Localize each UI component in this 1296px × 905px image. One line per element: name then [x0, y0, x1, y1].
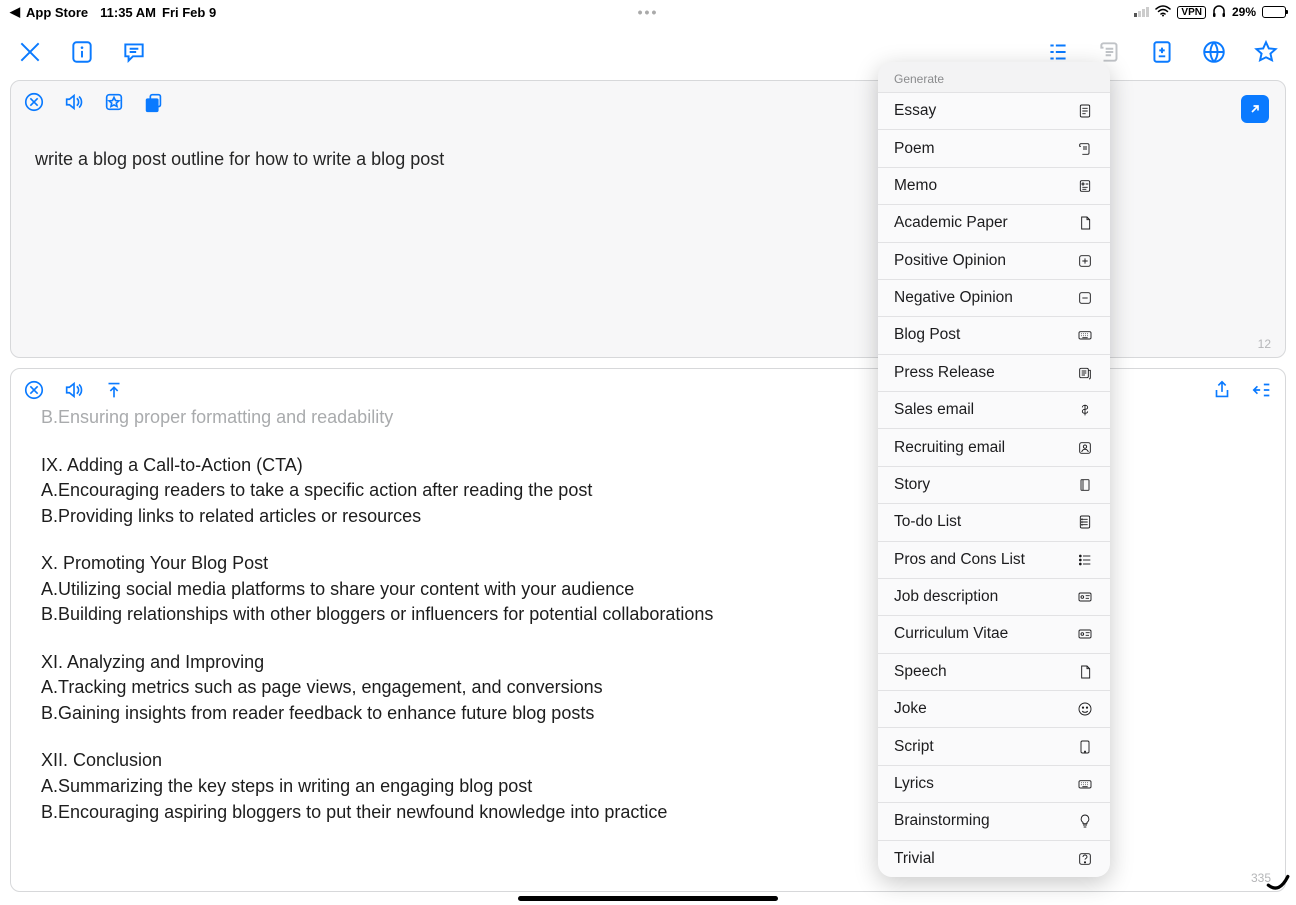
generate-item-negative-opinion[interactable]: Negative Opinion [878, 279, 1110, 316]
back-caret-icon[interactable]: ◀ [10, 4, 20, 20]
generate-item-trivial[interactable]: Trivial [878, 840, 1110, 877]
generate-item-label: Positive Opinion [894, 252, 1006, 270]
page-icon [1076, 214, 1094, 232]
generate-item-curriculum-vitae[interactable]: Curriculum Vitae [878, 615, 1110, 652]
person-icon [1076, 439, 1094, 457]
generate-item-pros-and-cons-list[interactable]: Pros and Cons List [878, 541, 1110, 578]
battery-percent: 29% [1232, 5, 1256, 19]
list-icon [1076, 513, 1094, 531]
status-date: Fri Feb 9 [162, 5, 216, 20]
generate-item-label: Essay [894, 102, 936, 120]
smiley-icon [1076, 700, 1094, 718]
generate-menu: Generate Essay Poem Memo Academic Paper Posi… [878, 62, 1110, 877]
dollar-icon [1076, 401, 1094, 419]
generate-item-job-description[interactable]: Job description [878, 578, 1110, 615]
generate-item-memo[interactable]: Memo [878, 167, 1110, 204]
generate-item-label: Recruiting email [894, 439, 1005, 457]
generate-item-label: Academic Paper [894, 214, 1008, 232]
generate-item-label: Joke [894, 700, 927, 718]
generate-item-to-do-list[interactable]: To-do List [878, 503, 1110, 540]
bullets-icon [1076, 551, 1094, 569]
generate-item-label: Curriculum Vitae [894, 625, 1008, 643]
generate-item-blog-post[interactable]: Blog Post [878, 316, 1110, 353]
share-icon[interactable] [1211, 379, 1233, 401]
card-icon [1076, 588, 1094, 606]
prompt-word-count: 12 [1258, 337, 1271, 351]
generate-item-label: Script [894, 738, 934, 756]
generate-item-positive-opinion[interactable]: Positive Opinion [878, 242, 1110, 279]
copy-icon[interactable] [143, 91, 165, 113]
generate-item-poem[interactable]: Poem [878, 129, 1110, 166]
generate-item-recruiting-email[interactable]: Recruiting email [878, 428, 1110, 465]
speak-output-icon[interactable] [63, 379, 85, 401]
add-page-icon[interactable] [1148, 38, 1176, 66]
generate-item-label: Speech [894, 663, 947, 681]
keyboard-icon [1076, 775, 1094, 793]
generate-item-lyrics[interactable]: Lyrics [878, 765, 1110, 802]
generate-item-speech[interactable]: Speech [878, 653, 1110, 690]
generate-item-story[interactable]: Story [878, 466, 1110, 503]
generate-item-label: Job description [894, 588, 998, 606]
scroll-icon [1076, 140, 1094, 158]
generate-item-essay[interactable]: Essay [878, 92, 1110, 129]
generate-item-label: Sales email [894, 401, 974, 419]
speak-icon[interactable] [63, 91, 85, 113]
generate-item-label: Poem [894, 140, 935, 158]
generate-item-sales-email[interactable]: Sales email [878, 391, 1110, 428]
battery-icon [1262, 6, 1286, 18]
generate-item-press-release[interactable]: Press Release [878, 354, 1110, 391]
question-icon [1076, 850, 1094, 868]
plus-icon [1076, 252, 1094, 270]
generate-item-label: Brainstorming [894, 812, 990, 830]
expand-button[interactable] [1241, 95, 1269, 123]
globe-icon[interactable] [1200, 38, 1228, 66]
generate-item-label: Lyrics [894, 775, 934, 793]
headphones-icon [1212, 4, 1226, 21]
generate-item-academic-paper[interactable]: Academic Paper [878, 204, 1110, 241]
close-button[interactable] [16, 38, 44, 66]
home-indicator[interactable] [518, 896, 778, 901]
status-bar: ◀ App Store 11:35 AM Fri Feb 9 ••• VPN 2… [0, 0, 1296, 24]
star-icon[interactable] [1252, 38, 1280, 66]
generate-item-label: Memo [894, 177, 937, 195]
doc-icon [1076, 102, 1094, 120]
cellular-icon [1134, 7, 1149, 17]
generate-item-label: Story [894, 476, 930, 494]
favorite-prompt-icon[interactable] [103, 91, 125, 113]
generate-item-label: Trivial [894, 850, 935, 868]
generate-item-label: Blog Post [894, 326, 960, 344]
generate-item-brainstorming[interactable]: Brainstorming [878, 802, 1110, 839]
generate-item-joke[interactable]: Joke [878, 690, 1110, 727]
keyboard-icon [1076, 326, 1094, 344]
card-icon [1076, 625, 1094, 643]
memo-icon [1076, 177, 1094, 195]
generate-item-label: To-do List [894, 513, 961, 531]
corner-swoosh-icon[interactable] [1264, 870, 1290, 903]
clear-prompt-button[interactable] [23, 91, 45, 113]
minus-icon [1076, 289, 1094, 307]
wifi-icon [1155, 4, 1171, 20]
page-icon [1076, 663, 1094, 681]
news-icon [1076, 364, 1094, 382]
clear-output-button[interactable] [23, 379, 45, 401]
generate-item-label: Press Release [894, 364, 995, 382]
book-icon [1076, 476, 1094, 494]
insert-icon[interactable] [1251, 379, 1273, 401]
back-app-label[interactable]: App Store [26, 5, 88, 20]
scroll-top-icon[interactable] [103, 379, 125, 401]
vpn-badge: VPN [1177, 6, 1206, 19]
status-time: 11:35 AM [100, 5, 156, 20]
chat-icon[interactable] [120, 38, 148, 66]
generate-item-label: Negative Opinion [894, 289, 1013, 307]
generate-menu-header: Generate [878, 62, 1110, 92]
generate-item-script[interactable]: Script [878, 727, 1110, 764]
generate-item-label: Pros and Cons List [894, 551, 1025, 569]
multitask-dots-icon[interactable]: ••• [638, 4, 659, 20]
tablet-icon [1076, 738, 1094, 756]
info-icon[interactable] [68, 38, 96, 66]
bulb-icon [1076, 812, 1094, 830]
